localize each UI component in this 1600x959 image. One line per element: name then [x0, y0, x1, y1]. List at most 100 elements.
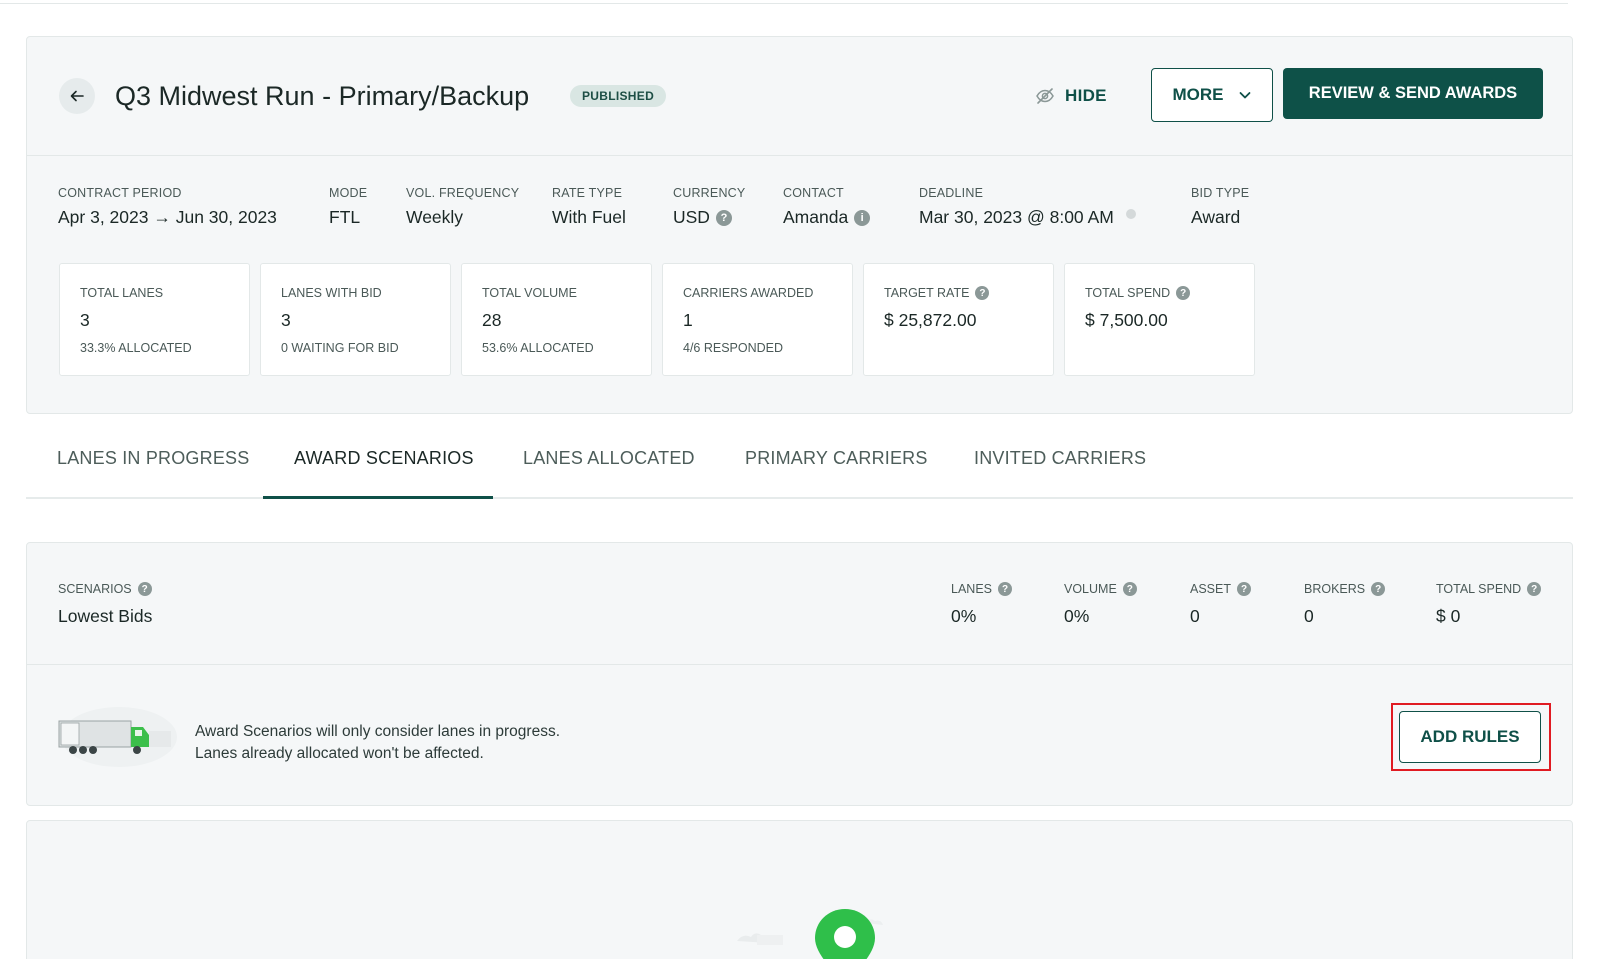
- top-divider: [0, 0, 1568, 4]
- question-circle-icon[interactable]: ?: [1237, 582, 1251, 596]
- meta-deadline: DEADLINE Mar 30, 2023 @ 8:00 AM: [919, 186, 1136, 228]
- sc-label: LANES ?: [951, 582, 1012, 596]
- meta-label: CURRENCY: [673, 186, 746, 200]
- meta-value-text: Award: [1191, 207, 1241, 227]
- question-circle-icon[interactable]: ?: [1371, 582, 1386, 596]
- sc-label-text: LANES: [951, 582, 992, 596]
- scenario-total-spend-col: TOTAL SPEND ? $ 0: [1436, 582, 1542, 627]
- stat-card-carriers-awarded: CARRIERS AWARDED 1 4/6 RESPONDED: [662, 263, 853, 376]
- sc-value: 0%: [1064, 606, 1090, 626]
- question-circle-icon[interactable]: ?: [137, 582, 152, 596]
- meta-label: RATE TYPE: [552, 186, 623, 200]
- question-circle-icon[interactable]: ?: [1527, 582, 1542, 596]
- meta-value: Mar 30, 2023 @ 8:00 AM: [919, 207, 1136, 228]
- stat-label: TOTAL VOLUME: [482, 286, 631, 300]
- scenario-name: Lowest Bids: [58, 606, 153, 626]
- tab-lanes-allocated[interactable]: LANES ALLOCATED: [523, 448, 695, 469]
- stat-value: $ 25,872.00: [884, 310, 977, 330]
- tab-bar: LANES IN PROGRESS AWARD SCENARIOS LANES …: [26, 433, 1573, 499]
- stat-label: CARRIERS AWARDED: [683, 286, 832, 300]
- info-circle-icon[interactable]: i: [854, 209, 871, 226]
- meta-value: With Fuel: [552, 207, 626, 228]
- question-circle-icon[interactable]: ?: [1176, 286, 1191, 300]
- stat-card-target-rate: TARGET RATE ? $ 25,872.00: [863, 263, 1054, 376]
- tab-invited-carriers[interactable]: INVITED CARRIERS: [974, 448, 1146, 469]
- scenario-name-col: SCENARIOS ? Lowest Bids: [58, 582, 152, 627]
- stat-label-text: TARGET RATE: [884, 286, 970, 300]
- meta-value-text: Apr 3, 2023 → Jun 30, 2023: [58, 207, 277, 227]
- meta-value-text: USD: [673, 207, 710, 227]
- meta-vol-frequency: VOL. FREQUENCY Weekly: [406, 186, 519, 228]
- meta-value: Award: [1191, 207, 1249, 228]
- award-scenario-card: SCENARIOS ? Lowest Bids LANES ? 0% VOLUM…: [26, 542, 1573, 806]
- stat-value: 28: [482, 310, 502, 330]
- scenario-notice-row: Award Scenarios will only consider lanes…: [27, 665, 1572, 807]
- map-pin-illustration-icon: [737, 909, 883, 959]
- hide-label: HIDE: [1065, 86, 1107, 105]
- meta-value-text: With Fuel: [552, 207, 626, 227]
- stat-label-text: TOTAL SPEND: [1085, 286, 1171, 300]
- status-badge: PUBLISHED: [570, 85, 667, 107]
- question-circle-icon[interactable]: ?: [998, 582, 1012, 596]
- stat-card-lanes-with-bid: LANES WITH BID 3 0 WAITING FOR BID: [260, 263, 451, 376]
- back-button[interactable]: [59, 78, 95, 114]
- stat-label: TOTAL LANES: [80, 286, 229, 300]
- bid-header-card: Q3 Midwest Run - Primary/Backup PUBLISHE…: [26, 36, 1573, 414]
- meta-value: FTL: [329, 207, 367, 228]
- meta-rate-type: RATE TYPE With Fuel: [552, 186, 626, 228]
- meta-bid-type: BID TYPE Award: [1191, 186, 1249, 228]
- sc-label-text: SCENARIOS: [58, 582, 132, 596]
- question-circle-icon[interactable]: ?: [715, 209, 732, 226]
- sc-label-text: ASSET: [1190, 582, 1231, 596]
- scenario-summary-row: SCENARIOS ? Lowest Bids LANES ? 0% VOLUM…: [27, 543, 1572, 665]
- question-circle-icon[interactable]: ?: [1122, 582, 1137, 596]
- meta-label: CONTACT: [783, 186, 844, 200]
- meta-value: Weekly: [406, 207, 519, 228]
- header-toolbar: Q3 Midwest Run - Primary/Backup PUBLISHE…: [27, 37, 1572, 156]
- sc-value: 0: [1304, 606, 1314, 626]
- hide-button[interactable]: HIDE: [1035, 78, 1107, 114]
- review-send-awards-button[interactable]: REVIEW & SEND AWARDS: [1283, 68, 1543, 119]
- sc-label: TOTAL SPEND ?: [1436, 582, 1542, 596]
- sc-label-text: BROKERS: [1304, 582, 1366, 596]
- stat-sub: 33.3% ALLOCATED: [80, 341, 192, 355]
- stat-card-total-spend: TOTAL SPEND ? $ 7,500.00: [1064, 263, 1255, 376]
- meta-label: DEADLINE: [919, 186, 984, 200]
- stat-card-total-lanes: TOTAL LANES 3 33.3% ALLOCATED: [59, 263, 250, 376]
- meta-value-text: Mar 30, 2023 @ 8:00 AM: [919, 207, 1114, 227]
- empty-state-card: [26, 820, 1573, 959]
- stat-label-text: CARRIERS AWARDED: [683, 286, 814, 300]
- meta-label: CONTRACT PERIOD: [58, 186, 182, 200]
- stat-sub: 53.6% ALLOCATED: [482, 341, 594, 355]
- meta-value: Apr 3, 2023 → Jun 30, 2023: [58, 207, 277, 228]
- stat-label: TOTAL SPEND ?: [1085, 286, 1234, 300]
- meta-contract-period: CONTRACT PERIOD Apr 3, 2023 → Jun 30, 20…: [58, 186, 277, 228]
- meta-label: VOL. FREQUENCY: [406, 186, 520, 200]
- scenario-asset-col: ASSET ? 0: [1190, 582, 1251, 627]
- sc-value: 0: [1190, 606, 1200, 626]
- stat-card-total-volume: TOTAL VOLUME 28 53.6% ALLOCATED: [461, 263, 652, 376]
- tab-primary-carriers[interactable]: PRIMARY CARRIERS: [745, 448, 928, 469]
- scenario-volume-col: VOLUME ? 0%: [1064, 582, 1137, 627]
- meta-value: Amanda i: [783, 207, 871, 228]
- meta-mode: MODE FTL: [329, 186, 367, 228]
- stat-label-text: TOTAL VOLUME: [482, 286, 577, 300]
- page-title: Q3 Midwest Run - Primary/Backup: [115, 81, 530, 111]
- scenario-brokers-col: BROKERS ? 0: [1304, 582, 1386, 627]
- sc-label-text: VOLUME: [1064, 582, 1117, 596]
- truck-illustration-icon: [58, 707, 177, 767]
- tab-lanes-in-progress[interactable]: LANES IN PROGRESS: [57, 448, 249, 469]
- tab-award-scenarios[interactable]: AWARD SCENARIOS: [294, 448, 474, 469]
- notice-line: Award Scenarios will only consider lanes…: [195, 723, 560, 740]
- question-circle-icon[interactable]: ?: [975, 286, 990, 300]
- stat-label: TARGET RATE ?: [884, 286, 1033, 300]
- sc-value: $ 0: [1436, 606, 1461, 626]
- stat-sub: 4/6 RESPONDED: [683, 341, 784, 355]
- meta-value: USD ?: [673, 207, 745, 228]
- add-rules-button[interactable]: ADD RULES: [1399, 711, 1541, 763]
- meta-value-text: Weekly: [406, 207, 464, 227]
- more-dropdown-button[interactable]: MORE: [1151, 68, 1273, 122]
- stat-label: LANES WITH BID: [281, 286, 430, 300]
- sc-label: SCENARIOS ?: [58, 582, 152, 596]
- stat-value: 3: [80, 310, 90, 330]
